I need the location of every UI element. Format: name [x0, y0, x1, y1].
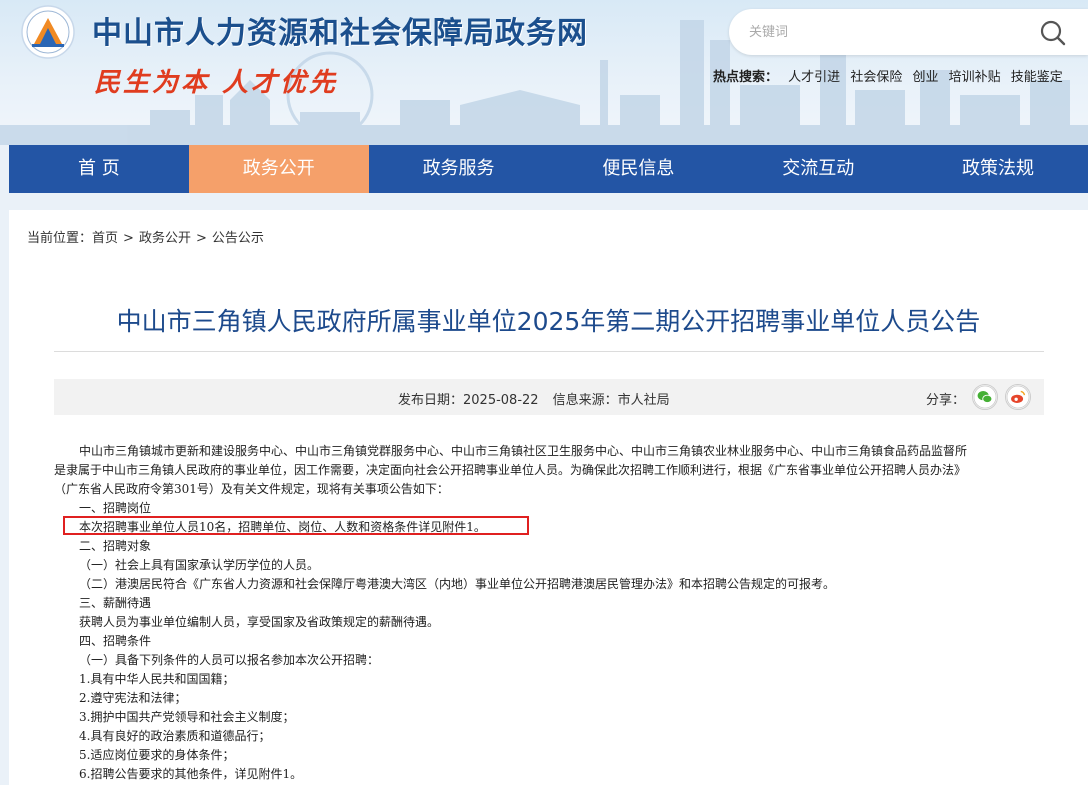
- body-paragraph: 中山市三角镇城市更新和建设服务中心、中山市三角镇党群服务中心、中山市三角镇社区卫…: [79, 444, 968, 458]
- body-paragraph: 获聘人员为事业单位编制人员，享受国家及省政策规定的薪酬待遇。: [79, 615, 440, 629]
- article-body: 中山市三角镇城市更新和建设服务中心、中山市三角镇党群服务中心、中山市三角镇社区卫…: [54, 442, 1044, 784]
- search-icon[interactable]: [1039, 19, 1067, 47]
- red-highlight-box: [63, 516, 529, 535]
- list-item: 1.具有中华人民共和国国籍；: [79, 672, 235, 686]
- title-divider: [54, 351, 1044, 352]
- logo-emblem-icon: [21, 5, 75, 59]
- nav-item-interaction[interactable]: 交流互动: [728, 145, 908, 193]
- body-paragraph: 是隶属于中山市三角镇人民政府的事业单位，因工作需要，决定面向社会公开招聘事业单位…: [54, 463, 967, 477]
- breadcrumb-prefix: 当前位置：: [27, 231, 93, 246]
- hot-link-peixun[interactable]: 培训补贴: [949, 70, 1001, 85]
- body-paragraph: （一）社会上具有国家承认学历学位的人员。: [79, 558, 320, 572]
- breadcrumb-separator: >: [123, 231, 134, 246]
- nav-item-gov-affairs[interactable]: 政务公开: [188, 145, 369, 193]
- breadcrumb-announcements[interactable]: 公告公示: [212, 231, 264, 246]
- hot-search: 热点搜索： 人才引进 社会保险 创业 培训补贴 技能鉴定: [713, 66, 1069, 85]
- nav-item-home[interactable]: 首 页: [9, 145, 189, 193]
- site-slogan: 民生为本 人才优先: [94, 68, 339, 98]
- article-meta: 发布日期：2025-08-22 信息来源：市人社局: [398, 389, 670, 408]
- breadcrumb-gov-affairs[interactable]: 政务公开: [139, 231, 191, 246]
- hot-link-chuangye[interactable]: 创业: [912, 70, 938, 85]
- source-label: 信息来源：: [552, 393, 618, 408]
- list-item: 3.拥护中国共产党领导和社会主义制度；: [79, 710, 295, 724]
- search-box: [729, 9, 1088, 55]
- nav-item-policy[interactable]: 政策法规: [908, 145, 1088, 193]
- section-heading-targets: 二、招聘对象: [79, 539, 152, 553]
- body-paragraph: （一）具备下列条件的人员可以报名参加本次公开招聘：: [79, 653, 380, 667]
- publish-date: 2025-08-22: [463, 393, 539, 408]
- breadcrumb: 当前位置：首页 > 政务公开 > 公告公示: [27, 227, 264, 246]
- wechat-share-icon[interactable]: [972, 384, 998, 410]
- nav-item-gov-services[interactable]: 政务服务: [369, 145, 549, 193]
- article-meta-bar: 发布日期：2025-08-22 信息来源：市人社局 分享：: [54, 379, 1044, 415]
- publish-date-label: 发布日期：: [398, 393, 464, 408]
- list-item: 6.招聘公告要求的其他条件，详见附件1。: [79, 767, 303, 781]
- hot-link-rencai[interactable]: 人才引进: [788, 70, 840, 85]
- list-item: 2.遵守宪法和法律；: [79, 691, 187, 705]
- section-heading-salary: 三、薪酬待遇: [79, 596, 152, 610]
- list-item: 5.适应岗位要求的身体条件；: [79, 748, 235, 762]
- section-heading-conditions: 四、招聘条件: [79, 634, 152, 648]
- site-title: 中山市人力资源和社会保障局政务网: [92, 16, 588, 51]
- body-paragraph: （二）港澳居民符合《广东省人力资源和社会保障厅粤港澳大湾区（内地）事业单位公开招…: [79, 577, 836, 591]
- search-input[interactable]: [749, 21, 1029, 43]
- main-nav: 首 页 政务公开 政务服务 便民信息 交流互动 政策法规: [9, 145, 1088, 193]
- weibo-share-icon[interactable]: [1005, 384, 1031, 410]
- nav-item-public-info[interactable]: 便民信息: [548, 145, 728, 193]
- breadcrumb-separator: >: [195, 231, 207, 246]
- hot-link-jineng[interactable]: 技能鉴定: [1011, 70, 1063, 85]
- article-title: 中山市三角镇人民政府所属事业单位2025年第二期公开招聘事业单位人员公告: [116, 307, 981, 336]
- source-value: 市人社局: [617, 393, 670, 408]
- hot-link-shebao[interactable]: 社会保险: [850, 70, 902, 85]
- content-panel: 当前位置：首页 > 政务公开 > 公告公示 中山市三角镇人民政府所属事业单位2025年第…: [9, 210, 1088, 785]
- site-header: 中山市人力资源和社会保障局政务网 民生为本 人才优先 热点搜索： 人才引进 社会…: [0, 0, 1088, 145]
- hot-search-label: 热点搜索：: [713, 70, 779, 85]
- share-label: 分享：: [926, 393, 966, 408]
- breadcrumb-home[interactable]: 首页: [92, 231, 118, 246]
- body-paragraph: （广东省人民政府令第301号）及有关文件规定，现将有关事项公告如下：: [54, 482, 449, 496]
- list-item: 4.具有良好的政治素质和道德品行；: [79, 729, 271, 743]
